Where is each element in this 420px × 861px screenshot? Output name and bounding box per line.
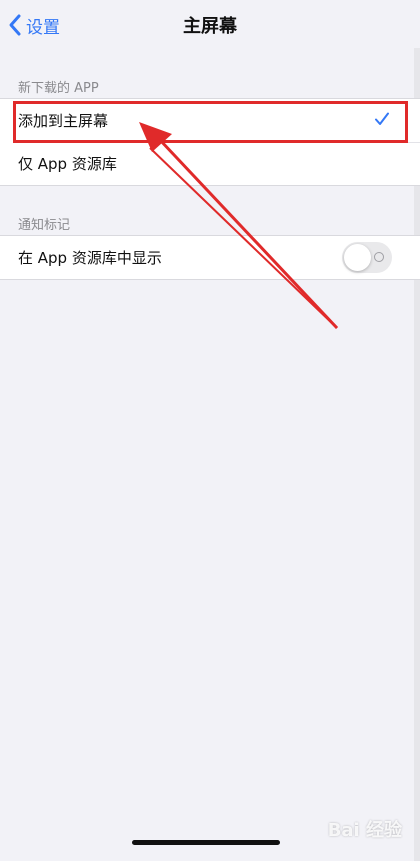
- option-add-to-home-screen[interactable]: 添加到主屏幕: [0, 99, 420, 142]
- toggle-off-icon: [374, 252, 384, 262]
- navigation-bar: 设置 主屏幕: [0, 0, 420, 48]
- option-label: 仅 App 资源库: [18, 155, 117, 173]
- checkmark-icon: [374, 111, 390, 131]
- settings-screen: 设置 主屏幕 新下载的 APP 添加到主屏幕 仅 App 资源库 通知标记 在 …: [0, 0, 420, 861]
- section-header-notification-badges: 通知标记: [18, 218, 71, 233]
- option-label: 添加到主屏幕: [18, 112, 109, 130]
- option-app-library-only[interactable]: 仅 App 资源库: [0, 142, 420, 185]
- watermark-logo: Bai 经验: [327, 820, 402, 841]
- show-in-app-library-row: 在 App 资源库中显示: [0, 236, 420, 279]
- notification-badges-group: 在 App 资源库中显示: [0, 235, 420, 280]
- toggle-knob: [344, 244, 371, 271]
- option-label: 在 App 资源库中显示: [18, 249, 162, 267]
- section-header-new-downloads: 新下载的 APP: [18, 81, 99, 96]
- home-indicator[interactable]: [132, 840, 280, 845]
- new-downloads-group: 添加到主屏幕 仅 App 资源库: [0, 98, 420, 186]
- page-title: 主屏幕: [183, 16, 237, 37]
- show-in-app-library-toggle[interactable]: [342, 242, 392, 273]
